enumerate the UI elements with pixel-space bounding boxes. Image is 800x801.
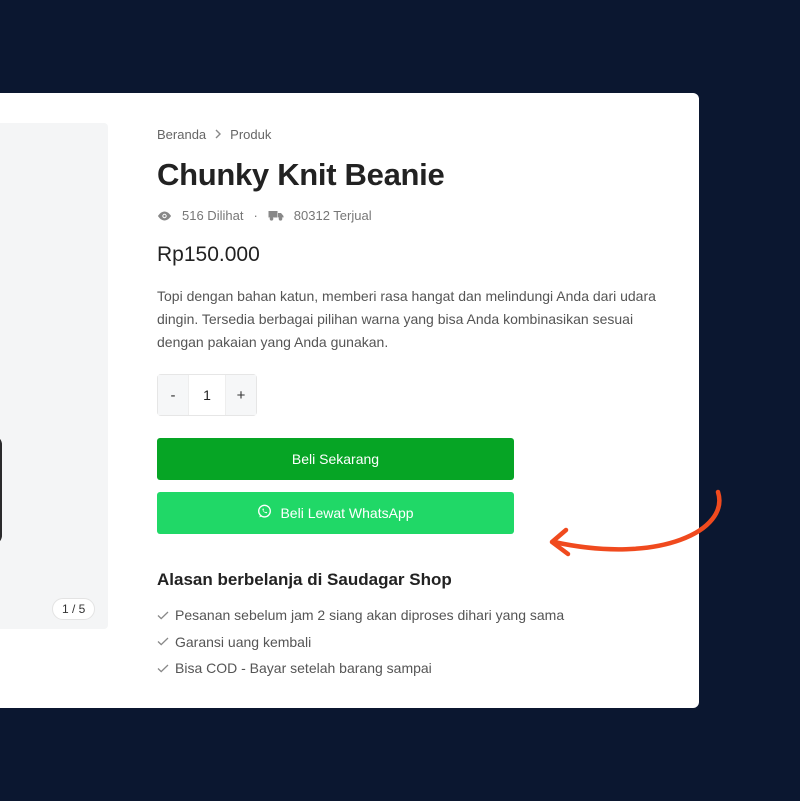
gallery-counter: 1 / 5 (52, 598, 96, 620)
whatsapp-icon (257, 504, 272, 522)
sold-count: 80312 Terjual (293, 208, 372, 223)
reasons-title: Alasan berbelanja di Saudagar Shop (157, 570, 452, 589)
eye-icon (157, 211, 172, 221)
quantity-stepper: - 1 + (157, 374, 257, 416)
quantity-value[interactable]: 1 (188, 375, 226, 415)
truck-icon (268, 210, 284, 221)
quantity-decrease-button[interactable]: - (158, 375, 188, 415)
meta-separator: · (253, 208, 258, 223)
product-price: Rp150.000 (157, 243, 260, 266)
check-icon (157, 608, 169, 623)
chevron-right-icon (214, 128, 222, 142)
product-meta: 516 Dilihat · 80312 Terjual (157, 208, 372, 223)
breadcrumb-home[interactable]: Beranda (157, 127, 206, 142)
check-icon (157, 661, 169, 676)
product-description: Topi dengan bahan katun, memberi rasa ha… (157, 288, 656, 350)
curved-arrow-icon (549, 489, 722, 557)
list-item: Bisa COD - Bayar setelah barang sampai (157, 655, 564, 682)
reason-text: Pesanan sebelum jam 2 siang akan diprose… (175, 607, 565, 624)
reason-text: Garansi uang kembali (175, 633, 312, 650)
views-count: 516 Dilihat (182, 208, 244, 223)
check-icon (157, 634, 169, 649)
product-card: 1 / 5 Beranda Produk Chunky Knit Beanie … (0, 93, 699, 708)
buy-now-button[interactable]: Beli Sekarang (157, 438, 514, 480)
reason-text: Bisa COD - Bayar setelah barang sampai (175, 660, 432, 677)
buy-whatsapp-button[interactable]: Beli Lewat WhatsApp (157, 492, 514, 534)
list-item: Pesanan sebelum jam 2 siang akan diprose… (157, 602, 564, 629)
breadcrumb-current[interactable]: Produk (230, 127, 271, 142)
product-title: Chunky Knit Beanie (157, 157, 445, 192)
quantity-increase-button[interactable]: + (226, 375, 256, 415)
reasons-list: Pesanan sebelum jam 2 siang akan diprose… (157, 602, 564, 682)
breadcrumb: Beranda Produk (157, 127, 271, 142)
product-gallery[interactable]: 1 / 5 (0, 123, 108, 629)
product-image (0, 435, 2, 545)
buy-now-label: Beli Sekarang (291, 451, 380, 467)
list-item: Garansi uang kembali (157, 629, 564, 656)
buy-whatsapp-label: Beli Lewat WhatsApp (280, 505, 414, 521)
